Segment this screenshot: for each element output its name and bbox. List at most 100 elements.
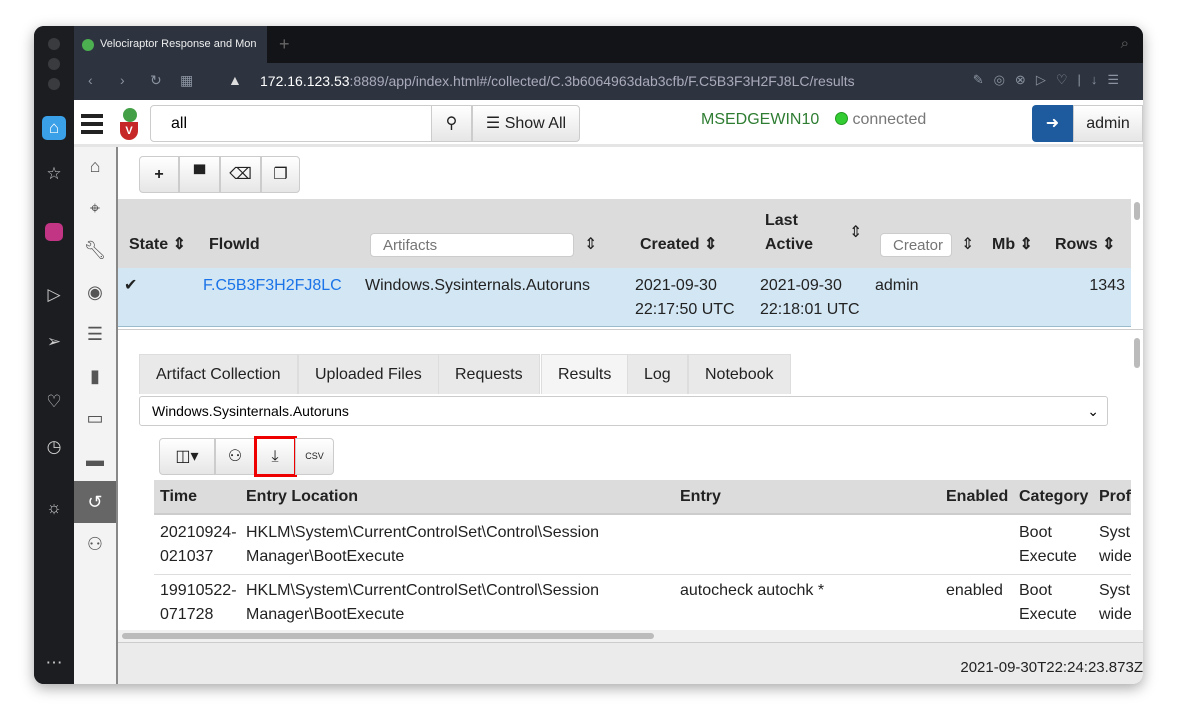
check-icon: ✔ [124,277,138,294]
status-dot-icon [835,112,848,125]
search-input[interactable] [150,105,432,142]
col-mb[interactable]: Mb ⇕ [992,233,1033,257]
favicon-icon [82,39,94,51]
flow-id-link[interactable]: F.C5B3F3H2FJ8LC [203,274,342,298]
binoculars-button[interactable]: ⚇ [215,438,255,475]
url-field[interactable]: 172.16.123.53:8889/app/index.html#/colle… [260,73,855,89]
col-state[interactable]: State ⇕ [129,233,186,257]
browser-sidebar: ⌂ ☆ ▷ ➢ ♡ ◷ ☼ ⋯ [34,26,74,684]
delete-button[interactable]: ⌫ [220,156,261,193]
artifact-select[interactable]: Windows.Sysinternals.Autoruns ⌄ [139,396,1108,426]
home-icon[interactable]: ⌂ [42,116,66,140]
search-tabs-icon[interactable]: ⌕ [1121,35,1129,52]
server-icon: ☰ [485,115,501,132]
flows-header: State ⇕ FlowId ⇕ Created ⇕ Last Active ⇕… [118,199,1131,268]
app-header: V ⚲ ☰ Show All MSEDGEWIN10 connected ➜ a… [74,100,1143,147]
tab-bar: Velociraptor Response and Mon + ⌕ [74,26,1143,63]
download-csv-button[interactable]: CSV [295,438,334,475]
col-flowid[interactable]: FlowId [209,233,260,257]
flows-table: State ⇕ FlowId ⇕ Created ⇕ Last Active ⇕… [118,199,1131,327]
wrench-icon[interactable]: 🔧︎ [74,229,116,271]
reload-icon[interactable]: ↻ [150,72,162,89]
created-date: 2021-09-30 [635,277,717,294]
results-header: Time Entry Location Entry Enabled Catego… [154,480,1131,515]
play-icon[interactable]: ▷ [42,283,66,307]
star-icon[interactable]: ☆ [42,162,66,186]
footer: 2021-09-30T22:24:23.873Z [118,642,1143,684]
footer-timestamp: 2021-09-30T22:24:23.873Z [960,659,1143,676]
creator: admin [875,277,919,294]
toolbar-icons[interactable]: ✎◎⊗▷♡|↓☰ [973,72,1129,88]
send-icon[interactable]: ➢ [42,330,66,354]
col-enabled[interactable]: Enabled [946,485,1008,509]
col-active[interactable]: Active [765,233,813,257]
show-all-button[interactable]: ☰ Show All [472,105,580,142]
server-nav-icon[interactable]: ☰ [74,313,116,355]
hunt-crosshair-icon[interactable]: ⌖ [74,187,116,229]
history-icon[interactable]: ↺ [74,481,116,523]
sort-icon[interactable]: ⇕ [584,233,597,257]
heart-icon[interactable]: ♡ [42,390,66,414]
artifacts-filter[interactable] [370,233,574,257]
creator-filter[interactable] [880,233,952,257]
forward-icon[interactable]: › [120,72,125,88]
new-collection-button[interactable]: + [139,156,179,193]
main-content: + ▀ ⌫ ❐ State ⇕ FlowId ⇕ Created ⇕ Last … [118,147,1143,684]
artifact-name: Windows.Sysinternals.Autoruns [365,277,590,294]
tab-results[interactable]: Results [541,354,629,394]
home-nav-icon[interactable]: ⌂ [74,145,116,187]
browser-window: ⌂ ☆ ▷ ➢ ♡ ◷ ☼ ⋯ Velociraptor Response an… [34,26,1143,684]
more-icon[interactable]: ⋯ [42,651,66,675]
highlight-box [254,436,297,477]
hamburger-menu-icon[interactable] [81,114,103,134]
folder-icon[interactable]: ▬ [74,439,116,481]
laptop-icon[interactable]: ▭ [74,397,116,439]
col-profile[interactable]: Prof [1099,485,1131,509]
copy-button[interactable]: ❐ [261,156,300,193]
col-rows[interactable]: Rows ⇕ [1055,233,1116,257]
back-icon[interactable]: ‹ [88,72,93,88]
column-toggle-button[interactable]: ◫▾ [159,438,215,475]
new-tab-button[interactable]: + [279,34,290,55]
col-last[interactable]: Last [765,209,798,233]
sort-icon[interactable]: ⇕ [849,221,862,245]
browser-tab[interactable]: Velociraptor Response and Mon [74,26,267,63]
eye-icon[interactable]: ◉ [74,271,116,313]
horizontal-scrollbar[interactable] [118,630,1143,642]
velociraptor-app: V ⚲ ☰ Show All MSEDGEWIN10 connected ➜ a… [74,100,1143,684]
col-time[interactable]: Time [160,485,197,509]
col-category[interactable]: Category [1019,485,1088,509]
address-bar: ‹ › ↻ ▦ ▲ 172.16.123.53:8889/app/index.h… [74,63,1143,100]
tab-artifact-collection[interactable]: Artifact Collection [139,354,298,394]
col-entry-location[interactable]: Entry Location [246,485,358,509]
scrollbar[interactable] [1134,202,1140,220]
scrollbar[interactable] [1134,338,1140,368]
clock-icon[interactable]: ◷ [42,435,66,459]
search-button[interactable]: ⚲ [431,105,472,142]
tab-notebook[interactable]: Notebook [688,354,791,394]
tab-log[interactable]: Log [627,354,688,394]
table-row[interactable]: 19910522- 071728 HKLM\System\CurrentContr… [154,575,1131,628]
logout-button[interactable]: ➜ [1032,105,1073,142]
sort-icon[interactable]: ⇕ [961,233,974,257]
binoculars-icon[interactable]: ⚇ [74,523,116,565]
velociraptor-logo: V [120,108,140,142]
hostname: MSEDGEWIN10 [701,111,820,128]
bulb-icon[interactable]: ☼ [42,496,66,520]
tiles-icon[interactable]: ▦ [180,72,193,89]
warning-icon: ▲ [228,72,242,88]
instagram-icon[interactable] [45,223,63,241]
tab-requests[interactable]: Requests [438,354,540,394]
connection-status: connected [835,111,926,129]
user-button[interactable]: admin [1073,105,1143,142]
archive-button[interactable]: ▀ [179,156,220,193]
book-icon[interactable]: ▮ [74,355,116,397]
tab-uploaded-files[interactable]: Uploaded Files [298,354,439,394]
last-time: 22:18:01 UTC [760,301,860,318]
col-entry[interactable]: Entry [680,485,721,509]
col-created[interactable]: Created ⇕ [640,233,717,257]
splitter[interactable] [118,329,1143,334]
table-row[interactable]: 20210924- 021037 HKLM\System\CurrentContr… [154,517,1131,575]
app-sidebar: ⌂ ⌖ 🔧︎ ◉ ☰ ▮ ▭ ▬ ↺ ⚇ [74,147,118,684]
flow-row[interactable]: ✔ F.C5B3F3H2FJ8LC Windows.Sysinternals.A… [118,268,1131,327]
